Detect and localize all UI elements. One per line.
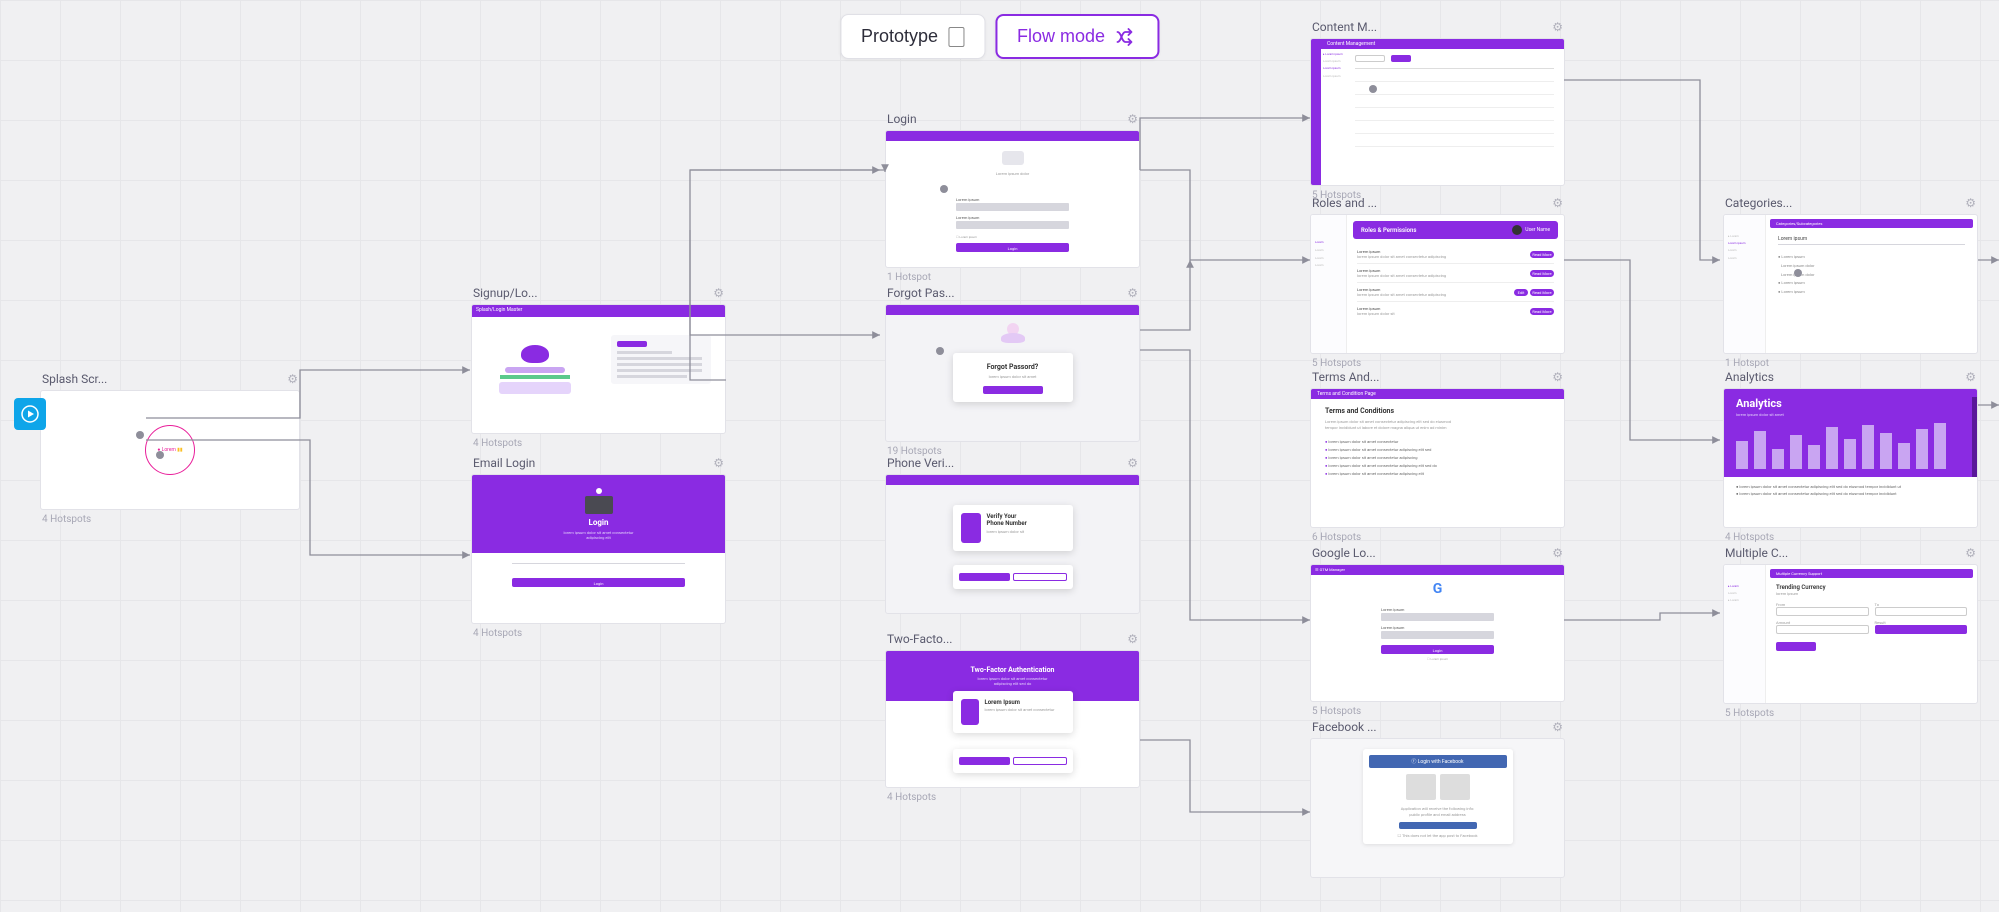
node-content-mgmt[interactable]: Content M... ⚙ Content Management — [1310, 20, 1565, 201]
prototype-button[interactable]: Prototype — [840, 14, 985, 59]
verify-title: Verify Your — [987, 513, 1065, 520]
node-title: Google Lo... — [1312, 546, 1376, 560]
flow-canvas[interactable]: Splash Scr... ⚙ ● Lorem ▮▮ 4 Hotspots Si… — [0, 0, 1999, 912]
node-categories[interactable]: Categories... ⚙ ▸ LoremLorem ipsumLoremL… — [1723, 196, 1978, 369]
node-title: Signup/Lo... — [473, 286, 538, 300]
gear-icon[interactable]: ⚙ — [1552, 720, 1563, 734]
mode-toolbar: Prototype Flow mode — [840, 14, 1159, 59]
login-heading: Login — [588, 518, 608, 527]
flow-icon — [1115, 28, 1137, 46]
hotspot-count: 4 Hotspots — [471, 438, 726, 449]
gear-icon[interactable]: ⚙ — [1552, 196, 1563, 210]
node-title: Forgot Pas... — [887, 286, 955, 300]
device-icon — [948, 27, 964, 47]
hotspot-count: 6 Hotspots — [1310, 532, 1565, 543]
hotspot-count: 5 Hotspots — [1310, 358, 1565, 369]
gear-icon[interactable]: ⚙ — [1965, 370, 1976, 384]
node-login[interactable]: Login ⚙ Lorem ipsum dolor Lorem ipsum Lo… — [885, 112, 1140, 283]
hotspot-count: 4 Hotspots — [885, 792, 1140, 803]
hotspot-count: 5 Hotspots — [1310, 706, 1565, 717]
gear-icon[interactable]: ⚙ — [713, 286, 724, 300]
gear-icon[interactable]: ⚙ — [1965, 196, 1976, 210]
user-name: User Name — [1525, 227, 1550, 233]
node-title: Splash Scr... — [42, 372, 107, 386]
gear-icon[interactable]: ⚙ — [1552, 20, 1563, 34]
node-email-login[interactable]: Email Login ⚙ Login lorem ipsum dolor si… — [471, 456, 726, 639]
hotspot-count: 4 Hotspots — [471, 628, 726, 639]
node-roles[interactable]: Roles and ... ⚙ LoremLoremLoremLorem Rol… — [1310, 196, 1565, 369]
gear-icon[interactable]: ⚙ — [1127, 632, 1138, 646]
hotspot-count: 5 Hotspots — [1723, 708, 1978, 719]
node-title: Phone Veri... — [887, 456, 954, 470]
gear-icon[interactable]: ⚙ — [1127, 456, 1138, 470]
node-title: Facebook ... — [1312, 720, 1377, 734]
node-title: Content M... — [1312, 20, 1377, 34]
node-google-login[interactable]: Google Lo... ⚙ ☰ GTM Manager G Lorem ips… — [1310, 546, 1565, 717]
node-facebook[interactable]: Facebook ... ⚙ ⓕ Login with Facebook App… — [1310, 720, 1565, 878]
node-title: Roles and ... — [1312, 196, 1377, 210]
gear-icon[interactable]: ⚙ — [1552, 370, 1563, 384]
node-phone-verify[interactable]: Phone Veri... ⚙ Verify Your Phone Number… — [885, 456, 1140, 614]
hotspot-count: 1 Hotspot — [885, 272, 1140, 283]
node-title: Two-Facto... — [887, 632, 952, 646]
node-title: Categories... — [1725, 196, 1792, 210]
gear-icon[interactable]: ⚙ — [1552, 546, 1563, 560]
node-terms[interactable]: Terms And... ⚙ Terms and Condition Page … — [1310, 370, 1565, 543]
hotspot-count: 4 Hotspots — [1723, 532, 1978, 543]
node-title: Multiple C... — [1725, 546, 1788, 560]
gear-icon[interactable]: ⚙ — [1127, 286, 1138, 300]
twofactor-card: Lorem Ipsum — [985, 699, 1065, 706]
roles-header: Roles & Permissions — [1361, 227, 1417, 234]
node-signup[interactable]: Signup/Lo... ⚙ Splash/Login Master 4 Hot… — [471, 286, 726, 449]
play-start-button[interactable] — [14, 398, 46, 430]
gear-icon[interactable]: ⚙ — [1965, 546, 1976, 560]
node-title: Analytics — [1725, 370, 1774, 384]
node-analytics[interactable]: Analytics ⚙ Analytics lorem ipsum dolor … — [1723, 370, 1978, 543]
flow-mode-button[interactable]: Flow mode — [995, 14, 1159, 59]
terms-title: Terms and Conditions — [1325, 407, 1550, 415]
terms-header: Terms and Condition Page — [1311, 389, 1564, 399]
node-two-factor[interactable]: Two-Facto... ⚙ Two-Factor Authentication… — [885, 632, 1140, 803]
gear-icon[interactable]: ⚙ — [1127, 112, 1138, 126]
node-splash[interactable]: Splash Scr... ⚙ ● Lorem ▮▮ 4 Hotspots — [40, 372, 300, 525]
login-btn: Login — [956, 243, 1069, 252]
mc-title: Trending Currency — [1776, 584, 1967, 591]
forgot-title: Forgot Passord? — [963, 363, 1063, 371]
login-btn: Login — [512, 578, 685, 587]
analytics-header: Analytics — [1736, 397, 1965, 410]
verify-sub: Phone Number — [987, 520, 1065, 527]
node-title: Login — [887, 112, 917, 126]
gear-icon[interactable]: ⚙ — [287, 372, 298, 386]
hotspot-count: 1 Hotspot — [1723, 358, 1978, 369]
hotspot-count: 4 Hotspots — [40, 514, 300, 525]
google-login-btn: Login — [1381, 645, 1494, 654]
prototype-label: Prototype — [861, 26, 938, 47]
twofactor-header: Two-Factor Authentication — [971, 666, 1055, 674]
node-multiple-currency[interactable]: Multiple C... ⚙ ▸ LoremLorem▸ Lorem Mult… — [1723, 546, 1978, 719]
gear-icon[interactable]: ⚙ — [713, 456, 724, 470]
node-forgot[interactable]: Forgot Pas... ⚙ Forgot Passord? lorem ip… — [885, 286, 1140, 457]
node-title: Terms And... — [1312, 370, 1379, 384]
flow-mode-label: Flow mode — [1017, 26, 1105, 47]
node-title: Email Login — [473, 456, 535, 470]
